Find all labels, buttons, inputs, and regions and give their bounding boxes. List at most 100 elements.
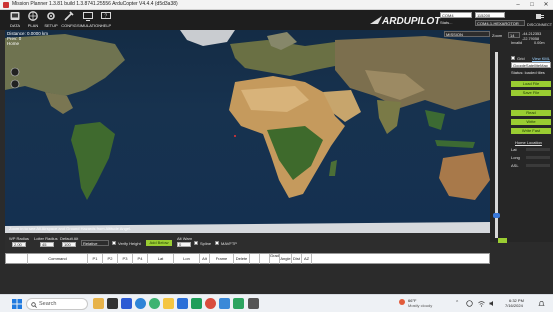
verify-height-checkbox[interactable] <box>112 241 116 245</box>
col-header-az[interactable]: AZ <box>302 254 312 264</box>
svg-text:ARDUPILOT: ARDUPILOT <box>381 16 441 27</box>
config-icon <box>64 11 74 21</box>
home-readout: Home <box>7 41 20 46</box>
mavftp-checkbox[interactable] <box>215 241 219 245</box>
col-header-frame[interactable]: Frame <box>210 254 234 264</box>
locate-icon <box>10 79 20 89</box>
edge-icon[interactable] <box>135 298 146 309</box>
compass-icon <box>10 67 20 77</box>
load-file-button[interactable]: Load File <box>511 81 551 87</box>
baud-select[interactable]: 115200 <box>475 12 505 18</box>
col-header-alt[interactable]: Alt <box>200 254 210 264</box>
tool-help[interactable]: ? HELP <box>97 11 115 29</box>
teams-icon[interactable] <box>121 298 132 309</box>
default-alt-label: Default Alt <box>60 236 79 241</box>
map-view[interactable]: Distance: 0.0000 km Prev: 0 Home Zoom in… <box>5 30 490 233</box>
app-icon-green[interactable] <box>233 298 244 309</box>
disconnect-button[interactable]: DISCONNECT <box>527 12 552 30</box>
asl-field[interactable] <box>526 164 550 167</box>
col-header-p3[interactable]: P3 <box>118 254 133 264</box>
col-header-dist[interactable]: Dist <box>292 254 302 264</box>
col-header-angle[interactable]: Angle <box>280 254 292 264</box>
col-header-p4[interactable]: P4 <box>133 254 148 264</box>
wp-radius-input[interactable]: 2.00 <box>12 242 26 247</box>
plan-icon <box>28 11 38 21</box>
col-header-lat[interactable]: Lat <box>148 254 174 264</box>
add-below-button[interactable]: Add Below <box>146 240 172 246</box>
app-icon <box>3 2 9 8</box>
data-icon <box>10 12 20 20</box>
long-field[interactable] <box>526 156 550 159</box>
tool-config[interactable]: CONFIG <box>60 11 78 29</box>
spreadsheet-icon[interactable] <box>191 298 202 309</box>
col-header-p2[interactable]: P2 <box>103 254 118 264</box>
col-header-delete[interactable]: Delete <box>234 254 250 264</box>
lat-field[interactable] <box>526 148 550 151</box>
asl-label: ASL <box>511 163 519 168</box>
clock-date[interactable]: 7/16/2024 <box>505 303 523 308</box>
save-file-button[interactable]: Save File <box>511 90 551 96</box>
window-title: Mission Planner 1.3.81 build 1.3.8741.25… <box>12 1 178 7</box>
alt-warn-label: Alt Warn <box>177 236 193 241</box>
col-header[interactable] <box>6 254 28 264</box>
maximize-button[interactable]: □ <box>525 0 539 10</box>
read-button[interactable]: Read <box>511 110 551 116</box>
port-select[interactable]: COM4 <box>440 12 472 18</box>
help-icon: ? <box>101 12 111 20</box>
chrome-icon[interactable] <box>149 298 160 309</box>
task-view-icon[interactable] <box>107 298 118 309</box>
loiter-radius-label: Loiter Radius <box>34 236 58 241</box>
cloud-icon[interactable] <box>466 300 473 307</box>
weather-icon <box>399 299 405 305</box>
mission-planner-taskbar-icon[interactable] <box>248 298 259 309</box>
volume-icon[interactable] <box>489 300 496 307</box>
store-icon[interactable] <box>177 298 188 309</box>
default-alt-input[interactable]: 100 <box>62 242 76 247</box>
mavftp-label: MAVFTP <box>221 241 237 246</box>
col-header-lon[interactable]: Lon <box>174 254 200 264</box>
alt-mode-select[interactable]: Relative <box>81 240 109 246</box>
panel-gripper[interactable] <box>498 238 507 243</box>
write-fast-button[interactable]: Write Fast <box>511 128 551 134</box>
windows-taskbar: Search 66°F Mostly cloudy ⌃ 6:32 PM 7/16… <box>0 294 553 312</box>
col-header-p1[interactable]: P1 <box>88 254 103 264</box>
spline-checkbox[interactable] <box>194 241 198 245</box>
map-provider-select[interactable]: GoogleSatelliteMap <box>511 62 551 68</box>
widgets-icon[interactable] <box>93 298 104 309</box>
loiter-radius-input[interactable]: 45 <box>40 242 54 247</box>
grid-checkbox[interactable] <box>511 56 515 60</box>
col-header-grad[interactable]: Grad % <box>270 254 280 264</box>
col-header-down[interactable] <box>260 254 270 264</box>
airspace-hint: Zoom in to see All Airspace and Ground H… <box>9 226 132 231</box>
tray-chevron-icon[interactable]: ⌃ <box>455 300 459 306</box>
waypoint-table-body[interactable] <box>5 264 490 294</box>
zoom-slider[interactable] <box>495 52 498 238</box>
vehicle-select[interactable]: COM4-1-HEXAROTOR <box>475 20 525 26</box>
wifi-icon[interactable] <box>478 300 485 307</box>
coords-top: -44.212353 <box>522 32 542 36</box>
meters-label: 0.00m <box>534 41 545 45</box>
windows-start-icon[interactable] <box>12 299 22 309</box>
view-kml-link[interactable]: View KML <box>532 56 550 61</box>
weather-text[interactable]: Mostly cloudy <box>408 303 432 308</box>
search-icon <box>31 302 37 308</box>
app-icon-blue[interactable] <box>219 298 230 309</box>
file-explorer-icon[interactable] <box>163 298 174 309</box>
spline-label: Spline <box>200 241 212 246</box>
stats-link[interactable]: Stats... <box>440 20 452 25</box>
taskbar-search[interactable]: Search <box>26 298 88 310</box>
satellite-imagery <box>5 30 490 233</box>
browser-icon[interactable] <box>205 298 216 309</box>
write-button[interactable]: Write <box>511 119 551 125</box>
close-button[interactable]: ✕ <box>539 0 553 10</box>
zoom-slider-thumb[interactable] <box>493 213 500 218</box>
col-header-up[interactable] <box>250 254 260 264</box>
waypoint-table-header: Command P1 P2 P3 P4 Lat Lon Alt Frame De… <box>5 253 490 264</box>
notification-icon[interactable] <box>538 300 545 307</box>
alt-warn-input[interactable]: 0 <box>177 242 191 247</box>
minimize-button[interactable]: – <box>511 0 525 10</box>
zoom-input[interactable]: 14 <box>508 32 520 38</box>
col-header-command[interactable]: Command <box>28 254 88 264</box>
mission-dropdown[interactable]: MISSION <box>444 31 490 37</box>
home-marker-icon <box>234 135 236 137</box>
